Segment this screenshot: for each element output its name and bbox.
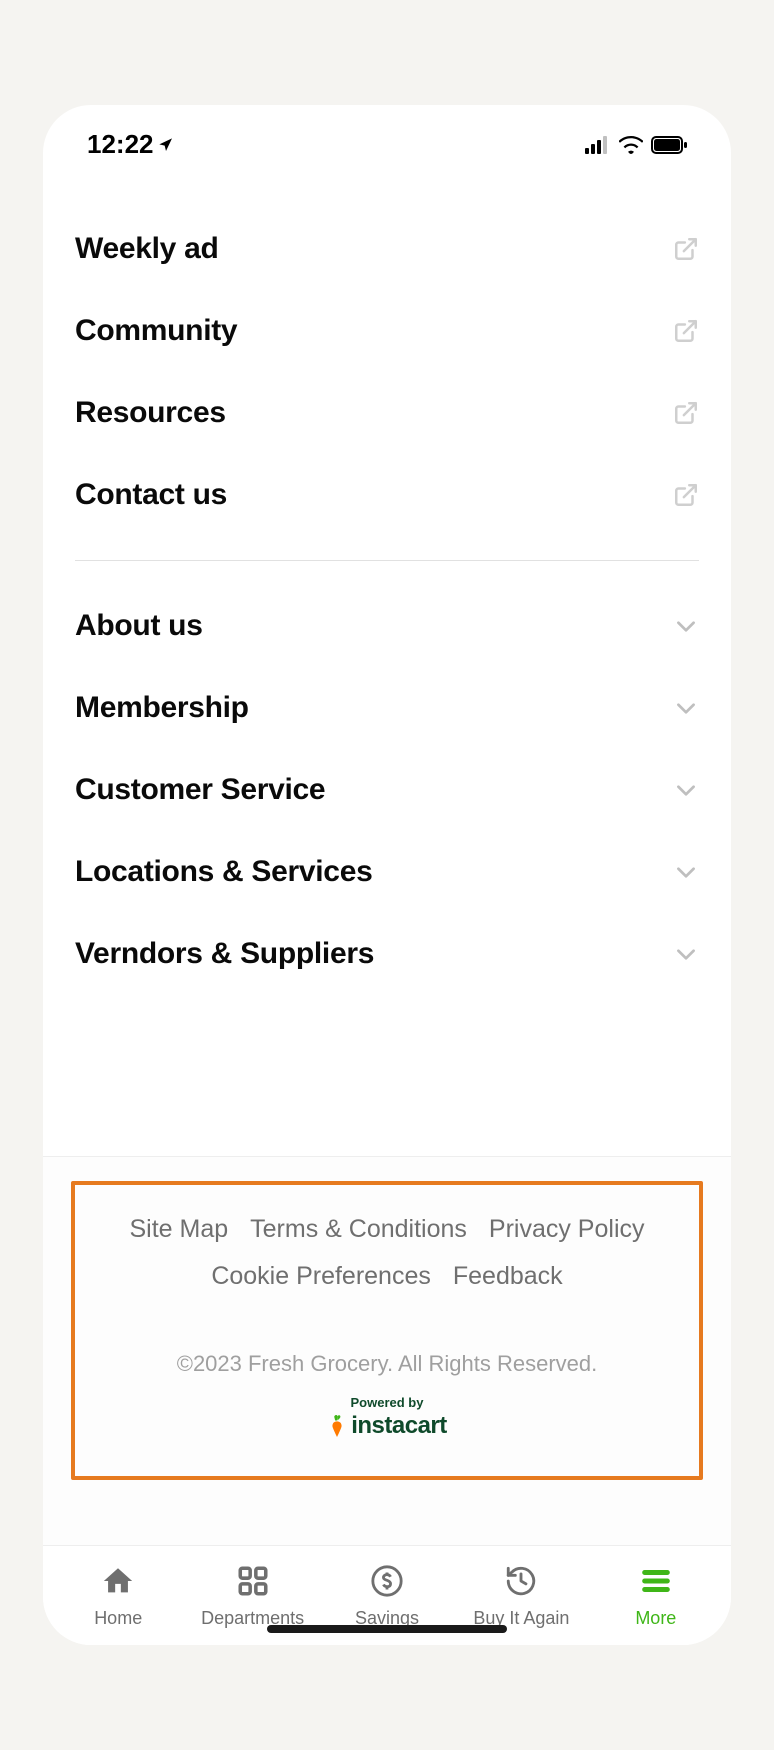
external-link-icon (673, 318, 699, 344)
footer-block: Site Map Terms & Conditions Privacy Poli… (43, 1156, 731, 1545)
external-link-icon (673, 482, 699, 508)
footer-link-terms[interactable]: Terms & Conditions (250, 1215, 467, 1244)
accordion-label: Verndors & Suppliers (75, 937, 374, 971)
status-indicators (585, 136, 687, 154)
tab-departments[interactable]: Departments (185, 1564, 319, 1629)
grid-icon (236, 1564, 270, 1598)
link-label: Contact us (75, 478, 227, 512)
chevron-down-icon (673, 695, 699, 721)
accordion-label: About us (75, 609, 203, 643)
tab-savings[interactable]: Savings (320, 1564, 454, 1629)
menu-icon (639, 1564, 673, 1598)
footer-highlight-box: Site Map Terms & Conditions Privacy Poli… (71, 1181, 703, 1480)
link-weekly-ad[interactable]: Weekly ad (75, 208, 699, 290)
accordion-label: Locations & Services (75, 855, 372, 889)
chevron-down-icon (673, 777, 699, 803)
battery-icon (651, 136, 687, 154)
tab-more[interactable]: More (589, 1564, 723, 1629)
content-area: Weekly ad Community Resources (43, 168, 731, 1545)
accordion-customer-service[interactable]: Customer Service (75, 749, 699, 831)
status-bar: 12:22 (43, 105, 731, 168)
accordion-vendors-suppliers[interactable]: Verndors & Suppliers (75, 913, 699, 995)
accordion-label: Customer Service (75, 773, 325, 807)
external-link-icon (673, 400, 699, 426)
tab-buy-it-again[interactable]: Buy It Again (454, 1564, 588, 1629)
tab-label: Home (94, 1608, 142, 1629)
footer-link-cookie[interactable]: Cookie Preferences (211, 1262, 431, 1291)
link-contact-us[interactable]: Contact us (75, 454, 699, 536)
chevron-down-icon (673, 941, 699, 967)
tab-label: More (635, 1608, 676, 1629)
carrot-icon (327, 1415, 347, 1437)
accordion-about-us[interactable]: About us (75, 585, 699, 667)
link-community[interactable]: Community (75, 290, 699, 372)
accordion-locations-services[interactable]: Locations & Services (75, 831, 699, 913)
powered-by-block: Powered by instacart (95, 1395, 679, 1440)
copyright-text: ©2023 Fresh Grocery. All Rights Reserved… (95, 1351, 679, 1377)
history-icon (504, 1564, 538, 1598)
external-links-section: Weekly ad Community Resources (43, 168, 731, 536)
home-indicator[interactable] (267, 1625, 507, 1633)
instacart-brand-text: instacart (351, 1412, 447, 1440)
device-frame: 12:22 Weekly ad (43, 105, 731, 1645)
status-time: 12:22 (87, 129, 174, 160)
chevron-down-icon (673, 859, 699, 885)
accordion-membership[interactable]: Membership (75, 667, 699, 749)
external-link-icon (673, 236, 699, 262)
chevron-down-icon (673, 613, 699, 639)
dollar-circle-icon (370, 1564, 404, 1598)
footer-link-site-map[interactable]: Site Map (129, 1215, 228, 1244)
location-arrow-icon (158, 137, 174, 153)
instacart-logo: instacart (327, 1412, 447, 1440)
status-time-text: 12:22 (87, 129, 154, 160)
home-icon (101, 1564, 135, 1598)
accordion-label: Membership (75, 691, 249, 725)
footer-link-feedback[interactable]: Feedback (453, 1262, 563, 1291)
cellular-icon (585, 136, 611, 154)
powered-by-label: Powered by (351, 1395, 424, 1410)
link-resources[interactable]: Resources (75, 372, 699, 454)
footer-link-privacy[interactable]: Privacy Policy (489, 1215, 645, 1244)
footer-links: Site Map Terms & Conditions Privacy Poli… (95, 1215, 679, 1291)
link-label: Weekly ad (75, 232, 219, 266)
divider (75, 560, 699, 561)
wifi-icon (619, 136, 643, 154)
accordion-section: About us Membership Customer Service Loc… (43, 585, 731, 995)
tab-home[interactable]: Home (51, 1564, 185, 1629)
link-label: Resources (75, 396, 226, 430)
link-label: Community (75, 314, 237, 348)
